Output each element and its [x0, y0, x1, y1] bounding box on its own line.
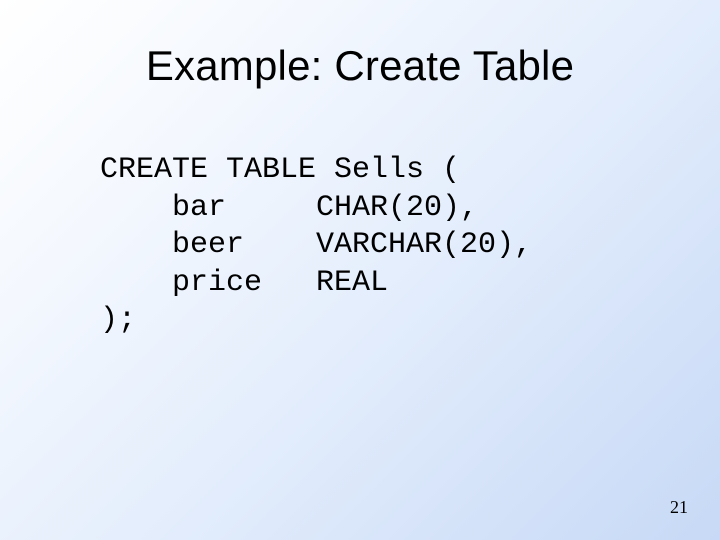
code-block: CREATE TABLE Sells ( bar CHAR(20), beer … [100, 152, 532, 340]
slide-title: Example: Create Table [0, 42, 720, 90]
slide: Example: Create Table CREATE TABLE Sells… [0, 0, 720, 540]
page-number: 21 [670, 497, 688, 518]
